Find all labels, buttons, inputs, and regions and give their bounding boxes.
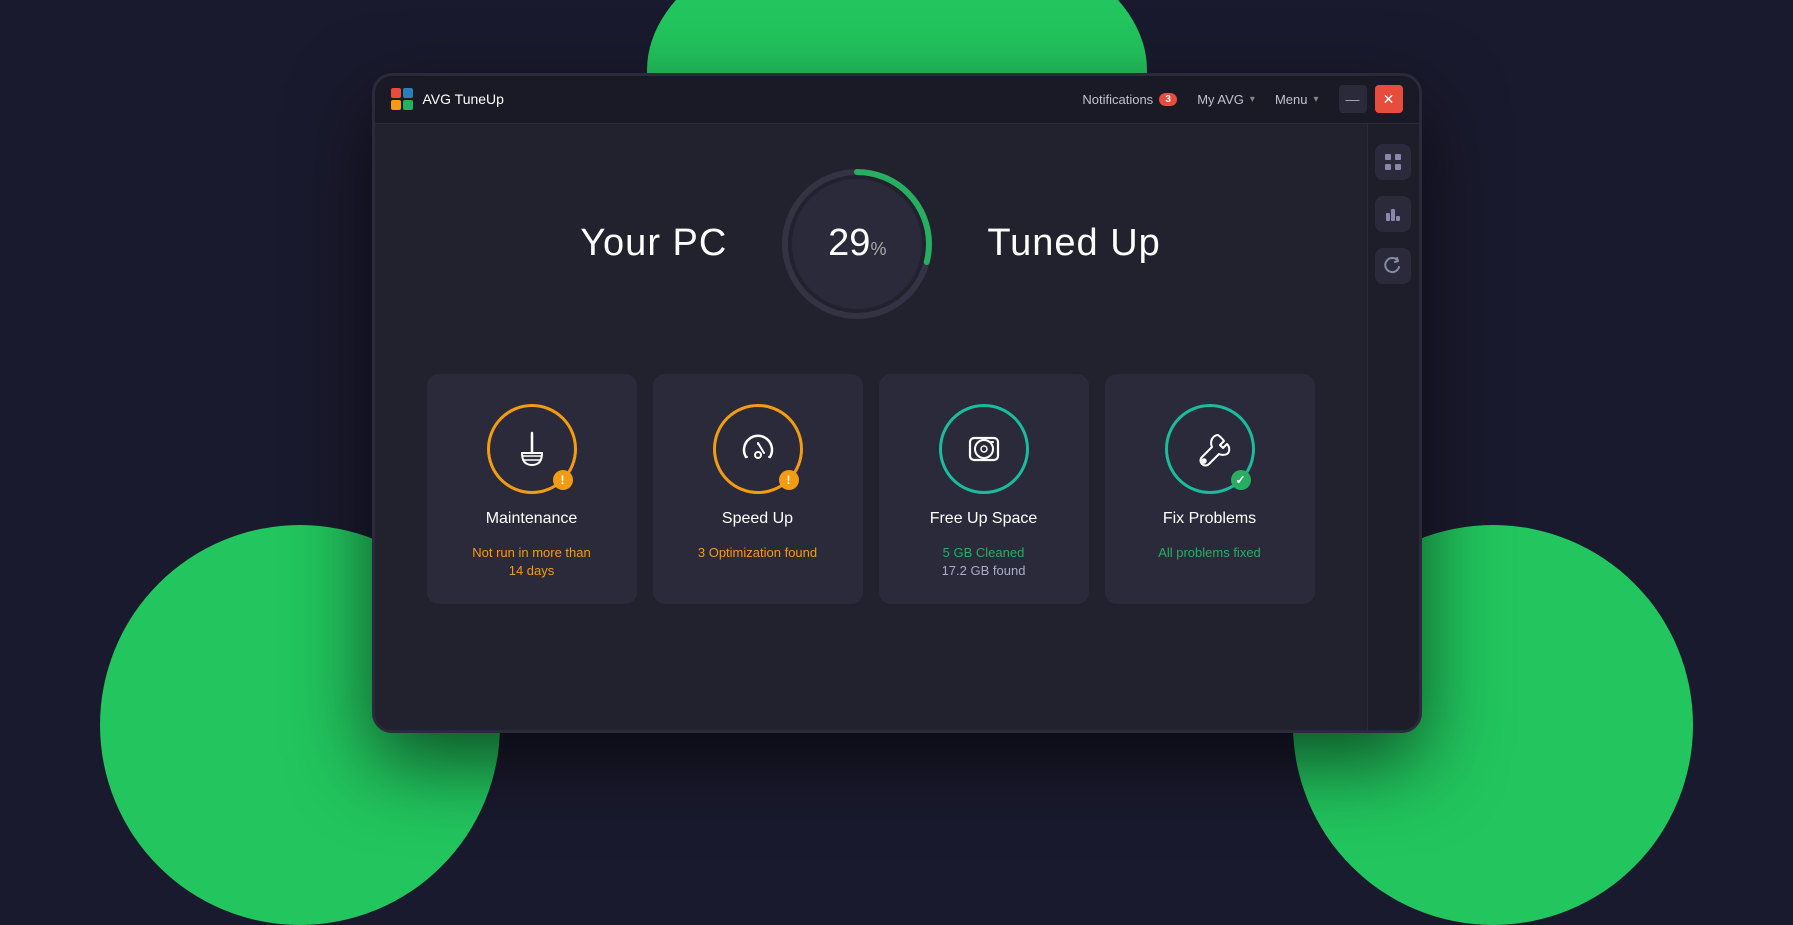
freeup-card[interactable]: Free Up Space 5 GB Cleaned 17.2 GB found	[879, 374, 1089, 604]
main-content: Your PC 29%	[375, 124, 1419, 730]
my-avg-chevron: ▾	[1250, 94, 1255, 105]
progress-ring: 29%	[777, 164, 937, 324]
minimize-button[interactable]: —	[1339, 85, 1367, 113]
speedup-card[interactable]: ! Speed Up 3 Optimization found	[653, 374, 863, 604]
menu-chevron: ▾	[1313, 94, 1318, 105]
window-controls: — ✕	[1339, 85, 1403, 113]
maintenance-card[interactable]: ! Maintenance Not run in more than 14 da…	[427, 374, 637, 604]
grid-icon	[1384, 153, 1402, 171]
right-sidebar	[1367, 124, 1419, 730]
app-name: AVG TuneUp	[423, 91, 504, 107]
freeup-icon-circle	[939, 404, 1029, 494]
hero-text-left: Your PC	[580, 222, 727, 265]
fixproblems-status-dot: ✓	[1231, 470, 1251, 490]
notifications-button[interactable]: Notifications 3	[1082, 92, 1177, 107]
maintenance-card-title: Maintenance	[486, 510, 578, 528]
chart-icon	[1384, 205, 1402, 223]
fixproblems-card-status: All problems fixed	[1158, 544, 1261, 562]
broom-icon	[508, 425, 556, 473]
grid-icon-button[interactable]	[1375, 144, 1411, 180]
notifications-badge: 3	[1159, 93, 1177, 106]
my-avg-button[interactable]: My AVG ▾	[1197, 92, 1255, 107]
refresh-icon-button[interactable]	[1375, 248, 1411, 284]
maintenance-icon-wrapper: !	[487, 404, 577, 494]
speedup-card-title: Speed Up	[722, 510, 793, 528]
menu-button[interactable]: Menu ▾	[1275, 92, 1319, 107]
maintenance-status-dot: !	[553, 470, 573, 490]
fixproblems-card[interactable]: ✓ Fix Problems All problems fixed	[1105, 374, 1315, 604]
refresh-icon	[1384, 257, 1402, 275]
wrench-icon	[1186, 425, 1234, 473]
chart-icon-button[interactable]	[1375, 196, 1411, 232]
logo-red	[391, 88, 401, 98]
title-bar-right: Notifications 3 My AVG ▾ Menu ▾ — ✕	[1082, 85, 1402, 113]
my-avg-label: My AVG	[1197, 92, 1244, 107]
progress-value: 29%	[828, 222, 886, 265]
progress-inner: 29%	[792, 179, 922, 309]
hero-text-right: Tuned Up	[987, 222, 1160, 265]
logo-blue	[403, 88, 413, 98]
freeup-card-title: Free Up Space	[930, 510, 1038, 528]
speedup-icon-wrapper: !	[713, 404, 803, 494]
progress-unit: %	[870, 239, 886, 259]
fixproblems-card-title: Fix Problems	[1163, 510, 1256, 528]
menu-label: Menu	[1275, 92, 1308, 107]
freeup-card-status: 5 GB Cleaned 17.2 GB found	[942, 544, 1026, 580]
disk-icon	[960, 425, 1008, 473]
speedometer-icon	[734, 425, 782, 473]
title-bar-left: AVG TuneUp	[391, 88, 504, 110]
center-content: Your PC 29%	[375, 124, 1367, 730]
logo-yellow	[391, 100, 401, 110]
title-bar: AVG TuneUp Notifications 3 My AVG ▾ Menu…	[375, 76, 1419, 124]
avg-logo	[391, 88, 413, 110]
fixproblems-icon-wrapper: ✓	[1165, 404, 1255, 494]
freeup-icon-wrapper	[939, 404, 1029, 494]
laptop-wrapper: AVG TuneUp Notifications 3 My AVG ▾ Menu…	[372, 73, 1422, 753]
app-window: AVG TuneUp Notifications 3 My AVG ▾ Menu…	[372, 73, 1422, 733]
speedup-status-dot: !	[779, 470, 799, 490]
close-button[interactable]: ✕	[1375, 85, 1403, 113]
hero-section: Your PC 29%	[580, 164, 1161, 324]
logo-green	[403, 100, 413, 110]
speedup-card-status: 3 Optimization found	[698, 544, 817, 562]
maintenance-card-status: Not run in more than 14 days	[472, 544, 591, 580]
notifications-label: Notifications	[1082, 92, 1153, 107]
cards-row: ! Maintenance Not run in more than 14 da…	[405, 374, 1337, 604]
